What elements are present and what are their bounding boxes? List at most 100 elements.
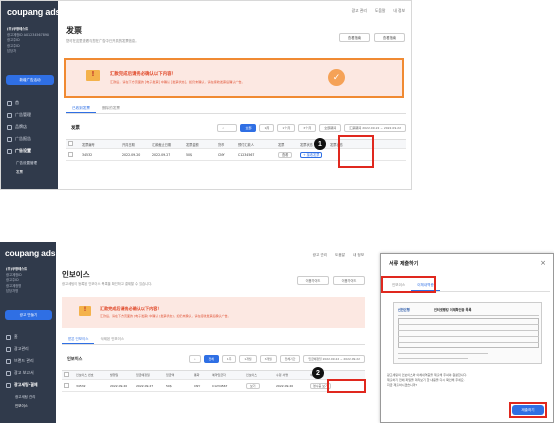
sidebar-item-ad-report[interactable]: 广告报告 — [7, 133, 57, 145]
sidebar-item-settings[interactable]: 광고세팅·결제 — [6, 379, 56, 391]
highlight-receipt-button — [327, 379, 366, 393]
tab-received-invoices[interactable]: 已收到发票 — [66, 104, 96, 113]
column-header: 发票编号 — [82, 142, 95, 147]
filter-1week[interactable]: 1周 — [259, 124, 275, 132]
topbar-link[interactable]: 도움말 — [335, 253, 345, 258]
filter-all-period[interactable]: 전체기간 — [279, 355, 301, 363]
topbar-link[interactable]: 광고 관리 — [352, 8, 367, 14]
create-ad-label: 광고 만들기 — [19, 312, 38, 317]
sidebar-item-brand-store[interactable]: 品牌店 — [7, 121, 57, 133]
alert-title: 汇款完成后请务必确认以下内容！ — [100, 306, 162, 311]
sidebar-item-label: 브랜드 관리 — [14, 358, 34, 363]
receive-invoice-button[interactable]: + 接收发票 — [300, 151, 323, 158]
guide-button[interactable]: 查看指南 — [339, 33, 370, 42]
view-invoice-button[interactable]: 보기 — [246, 382, 260, 389]
view-invoice-button[interactable]: 查看 — [278, 151, 293, 158]
create-ad-button[interactable]: 광고 만들기 — [5, 310, 52, 320]
topbar-link[interactable]: 도움말 — [375, 8, 385, 14]
tab-deleted-invoices[interactable]: 删除的发票 — [96, 104, 126, 113]
table-row[interactable]: 34532 2022.09.20 2022.09.27 50$ CNY C123… — [62, 380, 365, 392]
row-checkbox[interactable] — [64, 382, 69, 388]
sidebar-item-ad-management[interactable]: 广告管理 — [7, 109, 57, 121]
filter-bar: ⌕ 전체 1주 1개월 3개월 전체기간 입금예정일 2022.09.22 ~ … — [188, 355, 365, 363]
amount: 50$ — [186, 152, 193, 157]
filter-all-period[interactable]: 全部期间 — [319, 124, 342, 132]
column-header: 인보이스 — [246, 373, 258, 377]
transfer-receipt-preview: 신한은행 인터넷뱅킹 이체확인증 목록 — [393, 302, 542, 364]
filter-1week[interactable]: 1주 — [221, 355, 237, 363]
sidebar-item-label: 광고세팅·결제 — [14, 382, 38, 387]
invoice-number: 34532 — [82, 152, 93, 157]
payer-id: C1234567 — [212, 383, 228, 388]
date-range-field[interactable]: 입금예정일 2022.09.22 ~ 2022.09.22 — [303, 355, 365, 363]
filter-bar: ⌕ 全部 1周 1个月 3个月 全部期间 汇票期间 2022.09.22 ~ 2… — [201, 124, 406, 132]
page-description: 광고세팅이 등록된 인보이스 목록을 확인하고 결제할 수 있습니다. — [62, 282, 153, 286]
due-date: 2022.09.27 — [152, 152, 171, 157]
tab-received-invoices[interactable]: 받은 인보이스 — [62, 335, 95, 344]
received-date: 2022.09.20 — [276, 383, 294, 388]
section-title: 인보이스 — [67, 356, 83, 361]
submenu-item-invoice[interactable]: 发票 — [16, 168, 37, 177]
topbar-link[interactable]: 내 정보 — [353, 253, 364, 258]
select-all-checkbox[interactable] — [68, 141, 73, 146]
sidebar-item-label: 광고관리 — [14, 346, 29, 351]
submenu-item-invoice[interactable]: 인보이스 — [15, 402, 35, 411]
filter-1month[interactable]: 1个月 — [277, 124, 296, 132]
column-header: 통화 — [194, 373, 200, 377]
alert-body: 汇款后，请在下方页面的 [电子发票] 中确认 [发票状态]，如仍未确认，请在接收… — [100, 314, 231, 318]
doc-rule — [398, 336, 539, 337]
filter-3months[interactable]: 3个月 — [298, 124, 317, 132]
search-field[interactable]: ⌕ — [188, 355, 201, 363]
invoice-tabs: 받은 인보이스 삭제된 인보이스 — [62, 335, 365, 345]
document-title: 인터넷뱅킹 이체확인증 목록 — [434, 308, 472, 312]
column-header: 예약입금자 — [212, 373, 226, 377]
filter-all[interactable]: 全部 — [240, 124, 257, 132]
guide-button[interactable]: 이용가이드 — [333, 276, 365, 285]
sidebar-item-home[interactable]: 홈 — [6, 331, 56, 343]
column-header: 发票 — [278, 142, 285, 147]
filter-all[interactable]: 전체 — [203, 355, 219, 363]
date-range-field[interactable]: 汇票期间 2022.09.22 ~ 2022.09.22 — [344, 124, 406, 132]
date-label: 입금예정일 — [308, 357, 322, 361]
sidebar-item-home[interactable]: 首 — [7, 97, 57, 109]
currency: CNY — [218, 152, 225, 157]
doc-rule — [398, 353, 488, 354]
sidebar-item-report[interactable]: 광고 보고서 — [6, 367, 56, 379]
sidebar-item-label: 广告设置 — [15, 148, 31, 153]
create-campaign-button[interactable]: 新增广告活动 — [6, 75, 54, 85]
dialog-note: 광고세팅의 인보이스와 이체내역증을 제출해 주셔야 원활합니다. 제출하기 전… — [387, 373, 467, 388]
column-header: 발행일 — [110, 373, 119, 377]
guide-button[interactable]: 查看指南 — [374, 33, 405, 42]
close-icon[interactable]: × — [540, 259, 546, 267]
submenu-item-settings[interactable]: 广告设置管理 — [16, 159, 37, 168]
submenu-item-settings[interactable]: 광고세팅 관리 — [15, 393, 35, 402]
search-field[interactable]: ⌕ — [217, 124, 238, 132]
sidebar-item-label: 首 — [15, 100, 19, 105]
sidebar-item-ad-management[interactable]: 광고관리 — [6, 343, 56, 355]
note-line: 지금 제출하시겠습니까? — [387, 383, 418, 387]
payer-id: C1234567 — [238, 152, 255, 157]
amount: 50$ — [166, 383, 172, 388]
remittance-alert: 汇款完成后请务必确认以下内容！ 汇款后，请在下方页面的 [电子发票] 中确认 [… — [62, 297, 365, 328]
select-all-checkbox[interactable] — [64, 372, 69, 377]
topbar-link[interactable]: 광고 관리 — [313, 253, 327, 258]
guide-button[interactable]: 이용가이드 — [297, 276, 329, 285]
row-checkbox[interactable] — [68, 151, 73, 157]
screenshot-chinese-invoice: coupang ads (주)쿠팡테스트 광고계정ID A01234567890… — [0, 0, 412, 190]
brand-logo: coupang ads — [7, 7, 61, 17]
report-icon — [7, 136, 12, 142]
sidebar-item-ad-settings[interactable]: 广告设置 — [7, 145, 57, 157]
sidebar-item-brand[interactable]: 브랜드 관리 — [6, 355, 56, 367]
tab-deleted-invoices[interactable]: 삭제된 인보이스 — [94, 335, 130, 344]
invoice-tabs: 已收到发票 删除的发票 — [66, 104, 406, 114]
account-info: (주)쿠팡테스트 광고계정ID 광고주ID 광고계정명 담당자명 — [6, 267, 54, 295]
topbar-link[interactable]: 내 정보 — [393, 8, 405, 14]
date-range-value: 2022.09.22 ~ 2022.09.22 — [362, 126, 401, 130]
filter-1month[interactable]: 1개월 — [239, 355, 257, 363]
sidebar-item-label: 광고 보고서 — [14, 370, 34, 375]
sidebar-item-label: 广告管理 — [15, 112, 31, 117]
currency: CNY — [194, 383, 201, 388]
megaphone-icon — [6, 346, 11, 352]
doc-rule — [398, 342, 539, 343]
filter-3months[interactable]: 3개월 — [259, 355, 277, 363]
